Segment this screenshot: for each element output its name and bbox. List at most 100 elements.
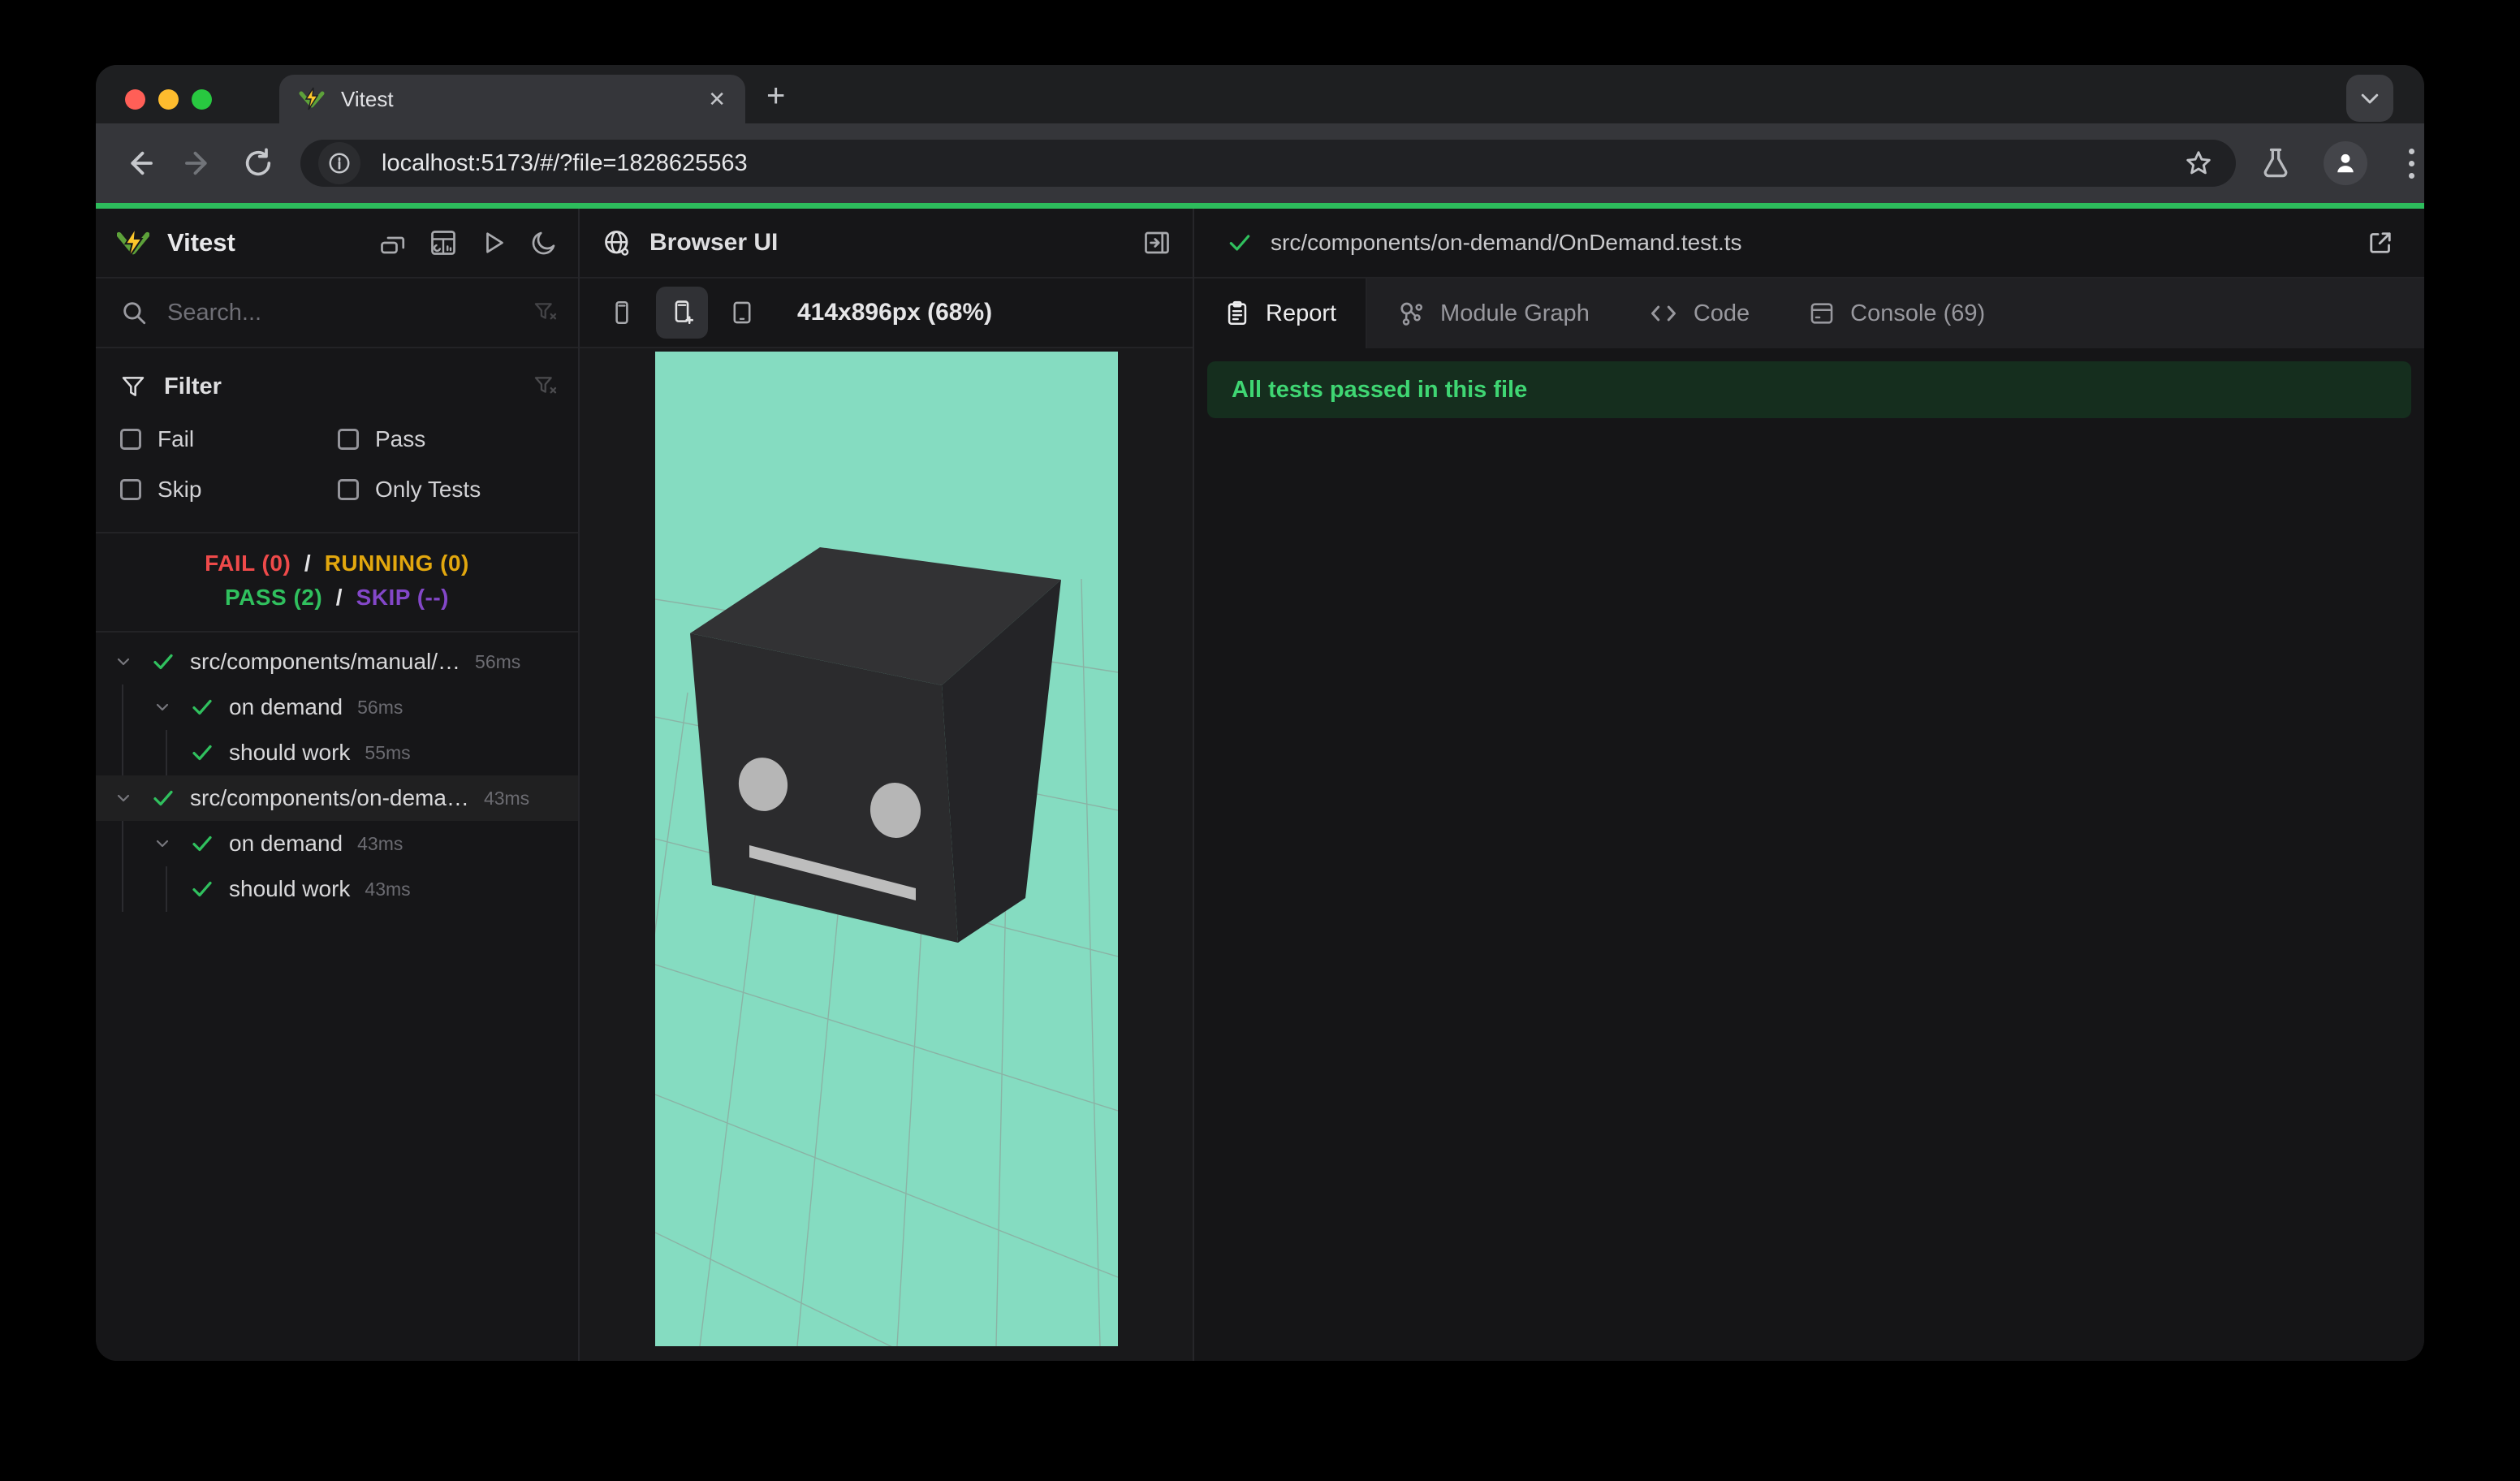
new-tab-button[interactable]: + bbox=[766, 80, 785, 112]
device-tablet-button[interactable] bbox=[716, 287, 768, 339]
tab-console[interactable]: Console (69) bbox=[1779, 278, 2014, 348]
filter-option-fail[interactable]: Fail bbox=[120, 418, 338, 460]
indent-guide bbox=[166, 866, 167, 912]
chevron-down-icon[interactable] bbox=[153, 697, 172, 717]
browser-ui-title: Browser UI bbox=[649, 229, 779, 256]
url-bar[interactable]: localhost:5173/#/?file=1828625563 bbox=[300, 140, 2236, 187]
tab-strip: Vitest ✕ + bbox=[96, 65, 2424, 123]
forward-button[interactable] bbox=[180, 145, 216, 181]
chevron-down-icon[interactable] bbox=[114, 652, 133, 671]
test-suite-row[interactable]: on demand 43ms bbox=[96, 821, 578, 866]
tab-code[interactable]: Code bbox=[1619, 278, 1779, 348]
search-input[interactable]: Search... bbox=[167, 300, 533, 326]
vitest-logo bbox=[117, 227, 149, 259]
filter-option-pass[interactable]: Pass bbox=[338, 418, 559, 460]
stat-fail[interactable]: FAIL (0) bbox=[205, 551, 291, 576]
file-pass-check-icon bbox=[1229, 235, 1250, 251]
test-label: src/components/manual/… bbox=[190, 649, 461, 674]
reload-button[interactable] bbox=[240, 145, 276, 181]
tab-report[interactable]: Report bbox=[1194, 278, 1368, 348]
collapse-all-icon[interactable] bbox=[378, 228, 408, 257]
clipboard-icon bbox=[1228, 300, 1247, 326]
test-case-row[interactable]: should work 55ms bbox=[96, 730, 578, 775]
viewport-size-label: 414x896px (68%) bbox=[797, 299, 993, 326]
device-phone-button[interactable] bbox=[596, 287, 648, 339]
tab-close-icon[interactable]: ✕ bbox=[708, 89, 726, 110]
fullscreen-window-button[interactable] bbox=[192, 89, 212, 110]
stat-separator: / bbox=[335, 585, 343, 610]
checkbox-only-tests[interactable] bbox=[338, 479, 359, 500]
browser-tab[interactable]: Vitest ✕ bbox=[279, 75, 745, 123]
indent-guide bbox=[166, 730, 167, 775]
profile-avatar[interactable] bbox=[2324, 141, 2367, 185]
test-label: on demand bbox=[229, 694, 343, 719]
open-panel-right-icon[interactable] bbox=[1142, 228, 1172, 257]
indent-guide bbox=[122, 821, 123, 866]
url-text[interactable]: localhost:5173/#/?file=1828625563 bbox=[382, 150, 2181, 177]
test-label: src/components/on-dema… bbox=[190, 785, 469, 810]
chevron-down-icon bbox=[2361, 93, 2379, 104]
test-file-row[interactable]: src/components/manual/… 56ms bbox=[96, 639, 578, 684]
stat-skip[interactable]: SKIP (--) bbox=[356, 585, 449, 610]
stat-running[interactable]: RUNNING (0) bbox=[325, 551, 469, 576]
browser-window: Vitest ✕ + localhost:5173/#/?file=182862… bbox=[96, 65, 2424, 1361]
chevron-down-icon[interactable] bbox=[114, 788, 133, 808]
minimize-window-button[interactable] bbox=[158, 89, 179, 110]
clear-filters-icon[interactable] bbox=[533, 373, 559, 399]
filter-header: Filter bbox=[120, 365, 559, 408]
test-duration: 56ms bbox=[357, 696, 403, 718]
checkbox-pass[interactable] bbox=[338, 429, 359, 450]
test-label: on demand bbox=[229, 831, 343, 856]
tab-module-graph[interactable]: Module Graph bbox=[1367, 278, 1619, 348]
test-file-row-selected[interactable]: src/components/on-dema… 43ms bbox=[96, 775, 578, 821]
filter-label: Skip bbox=[158, 477, 202, 502]
tab-search-button[interactable] bbox=[2346, 75, 2393, 122]
test-duration: 56ms bbox=[475, 650, 521, 672]
pass-check-icon bbox=[153, 654, 173, 670]
site-info-icon[interactable] bbox=[318, 142, 360, 184]
report-tab-bar: Report Module Graph Code Console (69) bbox=[1194, 278, 2424, 348]
filter-label: Fail bbox=[158, 426, 195, 451]
test-duration: 43ms bbox=[365, 878, 411, 900]
traffic-lights bbox=[125, 89, 212, 110]
filter-funnel-icon bbox=[120, 373, 146, 399]
dark-mode-moon-icon[interactable] bbox=[529, 228, 559, 257]
stats-line-2[interactable]: PASS (2) / SKIP (--) bbox=[96, 581, 578, 615]
device-phone-plus-button[interactable] bbox=[656, 287, 708, 339]
app-preview-iframe[interactable] bbox=[654, 352, 1118, 1346]
test-label: should work bbox=[229, 740, 351, 765]
checkbox-fail[interactable] bbox=[120, 429, 141, 450]
test-case-row[interactable]: should work 43ms bbox=[96, 866, 578, 912]
filter-label: Pass bbox=[375, 426, 426, 451]
pass-check-icon bbox=[192, 881, 212, 897]
open-external-icon[interactable] bbox=[2366, 228, 2395, 257]
tab-label: Report bbox=[1266, 300, 1337, 326]
filter-option-only-tests[interactable]: Only Tests bbox=[338, 468, 559, 511]
chevron-down-icon[interactable] bbox=[153, 834, 172, 853]
stats-line-1[interactable]: FAIL (0) / RUNNING (0) bbox=[96, 546, 578, 581]
test-suite-row[interactable]: on demand 56ms bbox=[96, 684, 578, 730]
report-panel: src/components/on-demand/OnDemand.test.t… bbox=[1194, 209, 2424, 1361]
indent-guide bbox=[122, 684, 123, 730]
filter-section: Filter Fail Pass Skip Only Tests bbox=[96, 348, 578, 533]
bookmark-star-icon[interactable] bbox=[2181, 145, 2216, 181]
experiments-flask-icon[interactable] bbox=[2257, 145, 2294, 182]
test-stats: FAIL (0) / RUNNING (0) PASS (2) / SKIP (… bbox=[96, 533, 578, 633]
tab-title: Vitest bbox=[341, 86, 394, 111]
run-all-icon[interactable] bbox=[479, 228, 508, 257]
browser-ui-panel: Browser UI 414x896px (68%) bbox=[580, 209, 1194, 1361]
tab-label: Code bbox=[1693, 300, 1750, 326]
checkbox-skip[interactable] bbox=[120, 479, 141, 500]
pass-check-icon bbox=[153, 790, 173, 806]
menu-dots-icon[interactable] bbox=[2393, 145, 2424, 182]
test-progress-bar bbox=[96, 203, 2424, 209]
search-row: Search... bbox=[96, 278, 578, 348]
dashboard-icon[interactable] bbox=[429, 228, 458, 257]
back-button[interactable] bbox=[122, 145, 158, 181]
stat-pass[interactable]: PASS (2) bbox=[225, 585, 322, 610]
close-window-button[interactable] bbox=[125, 89, 145, 110]
test-tree: src/components/manual/… 56ms on demand 5… bbox=[96, 633, 578, 1361]
vitest-app: Vitest Search... Filter Fail Pass Skip O… bbox=[96, 209, 2424, 1361]
clear-search-filter-icon[interactable] bbox=[533, 300, 559, 326]
filter-option-skip[interactable]: Skip bbox=[120, 468, 338, 511]
